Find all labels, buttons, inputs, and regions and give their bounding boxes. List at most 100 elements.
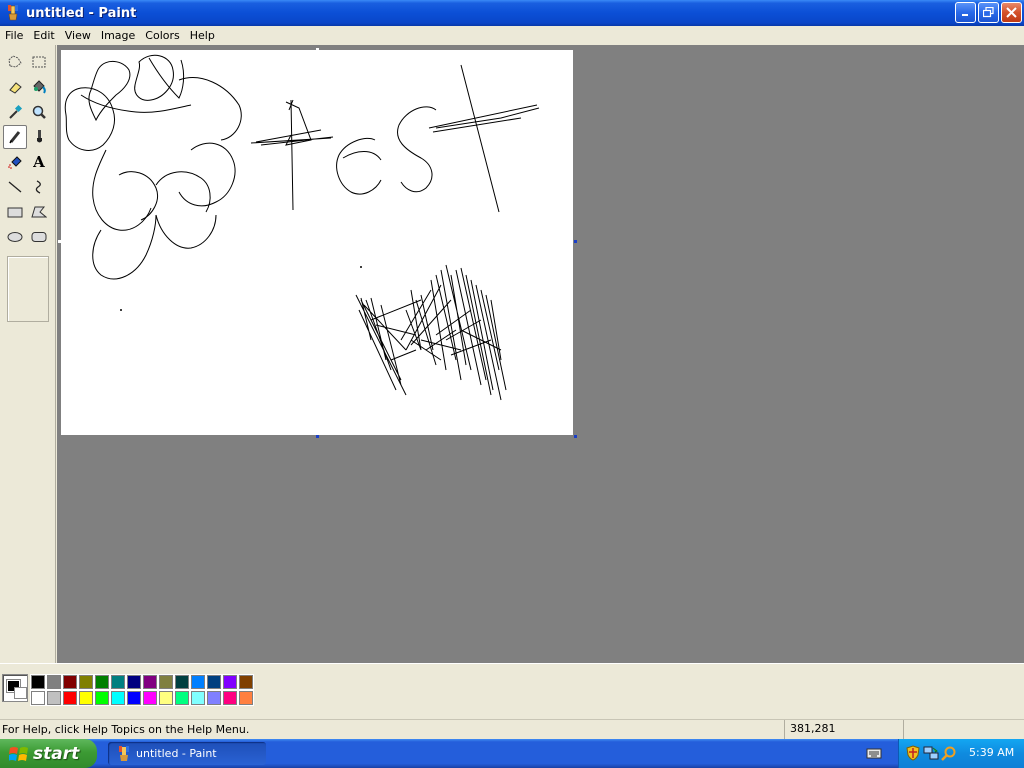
rectangle-icon <box>7 207 23 218</box>
title-bar[interactable]: untitled - Paint <box>0 0 1024 26</box>
magnifier-icon <box>32 105 46 119</box>
free-form-select-tool[interactable] <box>3 50 27 74</box>
palette-swatch[interactable] <box>174 674 190 690</box>
palette-swatch[interactable] <box>78 674 94 690</box>
taskbar-clock: 5:39 AM <box>969 746 1015 759</box>
line-icon <box>8 181 22 193</box>
palette-swatch[interactable] <box>190 674 206 690</box>
rounded-rectangle-tool[interactable] <box>27 225 51 249</box>
line-tool[interactable] <box>3 175 27 199</box>
palette-swatch[interactable] <box>190 690 206 706</box>
security-shield-icon[interactable] <box>905 745 921 761</box>
palette-swatch[interactable] <box>126 690 142 706</box>
background-color-swatch <box>14 687 27 699</box>
select-tool[interactable] <box>27 50 51 74</box>
taskbar-item-label: untitled - Paint <box>136 747 217 760</box>
text-icon: A <box>33 153 45 171</box>
ellipse-tool[interactable] <box>3 225 27 249</box>
palette-swatch[interactable] <box>46 690 62 706</box>
rounded-rectangle-icon <box>31 232 47 242</box>
menu-colors[interactable]: Colors <box>140 27 184 44</box>
palette-swatch[interactable] <box>206 674 222 690</box>
fill-tool[interactable] <box>27 75 51 99</box>
airbrush-tool[interactable] <box>3 150 27 174</box>
palette-swatch[interactable] <box>30 674 46 690</box>
pencil-icon <box>9 131 21 144</box>
ellipse-icon <box>7 232 23 242</box>
magnifier-tool[interactable] <box>27 100 51 124</box>
brush-icon <box>37 130 42 143</box>
menu-edit[interactable]: Edit <box>28 27 59 44</box>
color-palette <box>30 674 254 706</box>
palette-swatch[interactable] <box>222 674 238 690</box>
menu-image[interactable]: Image <box>96 27 140 44</box>
paint-app-icon[interactable] <box>5 5 21 21</box>
paint-bucket-icon <box>33 80 46 94</box>
palette-swatch[interactable] <box>94 690 110 706</box>
status-cursor-coordinates: 381,281 <box>784 720 902 739</box>
palette-swatch[interactable] <box>238 674 254 690</box>
palette-swatch[interactable] <box>158 690 174 706</box>
pick-color-tool[interactable] <box>3 100 27 124</box>
taskbar-item-paint[interactable]: untitled - Paint <box>108 742 266 765</box>
close-button[interactable] <box>1001 2 1022 23</box>
text-tool[interactable]: A <box>27 150 51 174</box>
palette-swatch[interactable] <box>30 690 46 706</box>
status-bar: For Help, click Help Topics on the Help … <box>0 719 1024 739</box>
palette-swatch[interactable] <box>142 690 158 706</box>
palette-swatch[interactable] <box>62 674 78 690</box>
windows-logo-icon <box>9 746 28 761</box>
menu-help[interactable]: Help <box>185 27 220 44</box>
palette-swatch[interactable] <box>238 690 254 706</box>
restore-button[interactable] <box>978 2 999 23</box>
polygon-tool[interactable] <box>27 200 51 224</box>
taskbar: start untitled - Paint 5:39 AM <box>0 739 1024 768</box>
start-button[interactable]: start <box>0 739 97 768</box>
eraser-icon <box>9 82 22 94</box>
eyedropper-icon <box>9 104 23 119</box>
palette-swatch[interactable] <box>174 690 190 706</box>
canvas-handle-top <box>316 48 319 51</box>
polygon-icon <box>31 206 47 218</box>
keyboard-icon[interactable] <box>866 745 882 761</box>
palette-swatch[interactable] <box>62 690 78 706</box>
canvas-handle-corner[interactable] <box>574 435 577 438</box>
minimize-button[interactable] <box>955 2 976 23</box>
palette-swatch[interactable] <box>126 674 142 690</box>
network-icon[interactable] <box>923 745 939 761</box>
pencil-tool[interactable] <box>3 125 27 149</box>
palette-swatch[interactable] <box>110 674 126 690</box>
palette-swatch[interactable] <box>158 674 174 690</box>
workspace <box>57 45 1024 663</box>
status-help-text: For Help, click Help Topics on the Help … <box>2 723 250 736</box>
current-colors-indicator <box>2 674 28 702</box>
rect-select-icon <box>32 56 46 68</box>
paint-app-icon <box>119 745 129 761</box>
tool-options-box[interactable] <box>7 256 49 322</box>
menu-file[interactable]: File <box>0 27 28 44</box>
canvas-handle-right[interactable] <box>574 240 577 243</box>
color-box <box>0 663 1024 712</box>
canvas-handle-left <box>58 240 61 243</box>
rectangle-tool[interactable] <box>3 200 27 224</box>
palette-swatch[interactable] <box>222 690 238 706</box>
eraser-tool[interactable] <box>3 75 27 99</box>
brush-tool[interactable] <box>27 125 51 149</box>
drawing-canvas[interactable] <box>61 50 573 435</box>
status-selection-size <box>903 720 1022 739</box>
canvas-handle-bottom[interactable] <box>316 435 319 438</box>
canvas-drawing <box>64 54 540 401</box>
search-icon[interactable] <box>941 745 957 761</box>
system-tray: 5:39 AM <box>898 739 1024 768</box>
curve-tool[interactable] <box>27 175 51 199</box>
palette-swatch[interactable] <box>206 690 222 706</box>
menu-bar: File Edit View Image Colors Help <box>0 26 1024 45</box>
palette-swatch[interactable] <box>142 674 158 690</box>
tool-box: A <box>0 45 56 663</box>
palette-swatch[interactable] <box>78 690 94 706</box>
palette-swatch[interactable] <box>94 674 110 690</box>
palette-swatch[interactable] <box>46 674 62 690</box>
menu-view[interactable]: View <box>60 27 96 44</box>
palette-swatch[interactable] <box>110 690 126 706</box>
start-label: start <box>33 743 80 764</box>
